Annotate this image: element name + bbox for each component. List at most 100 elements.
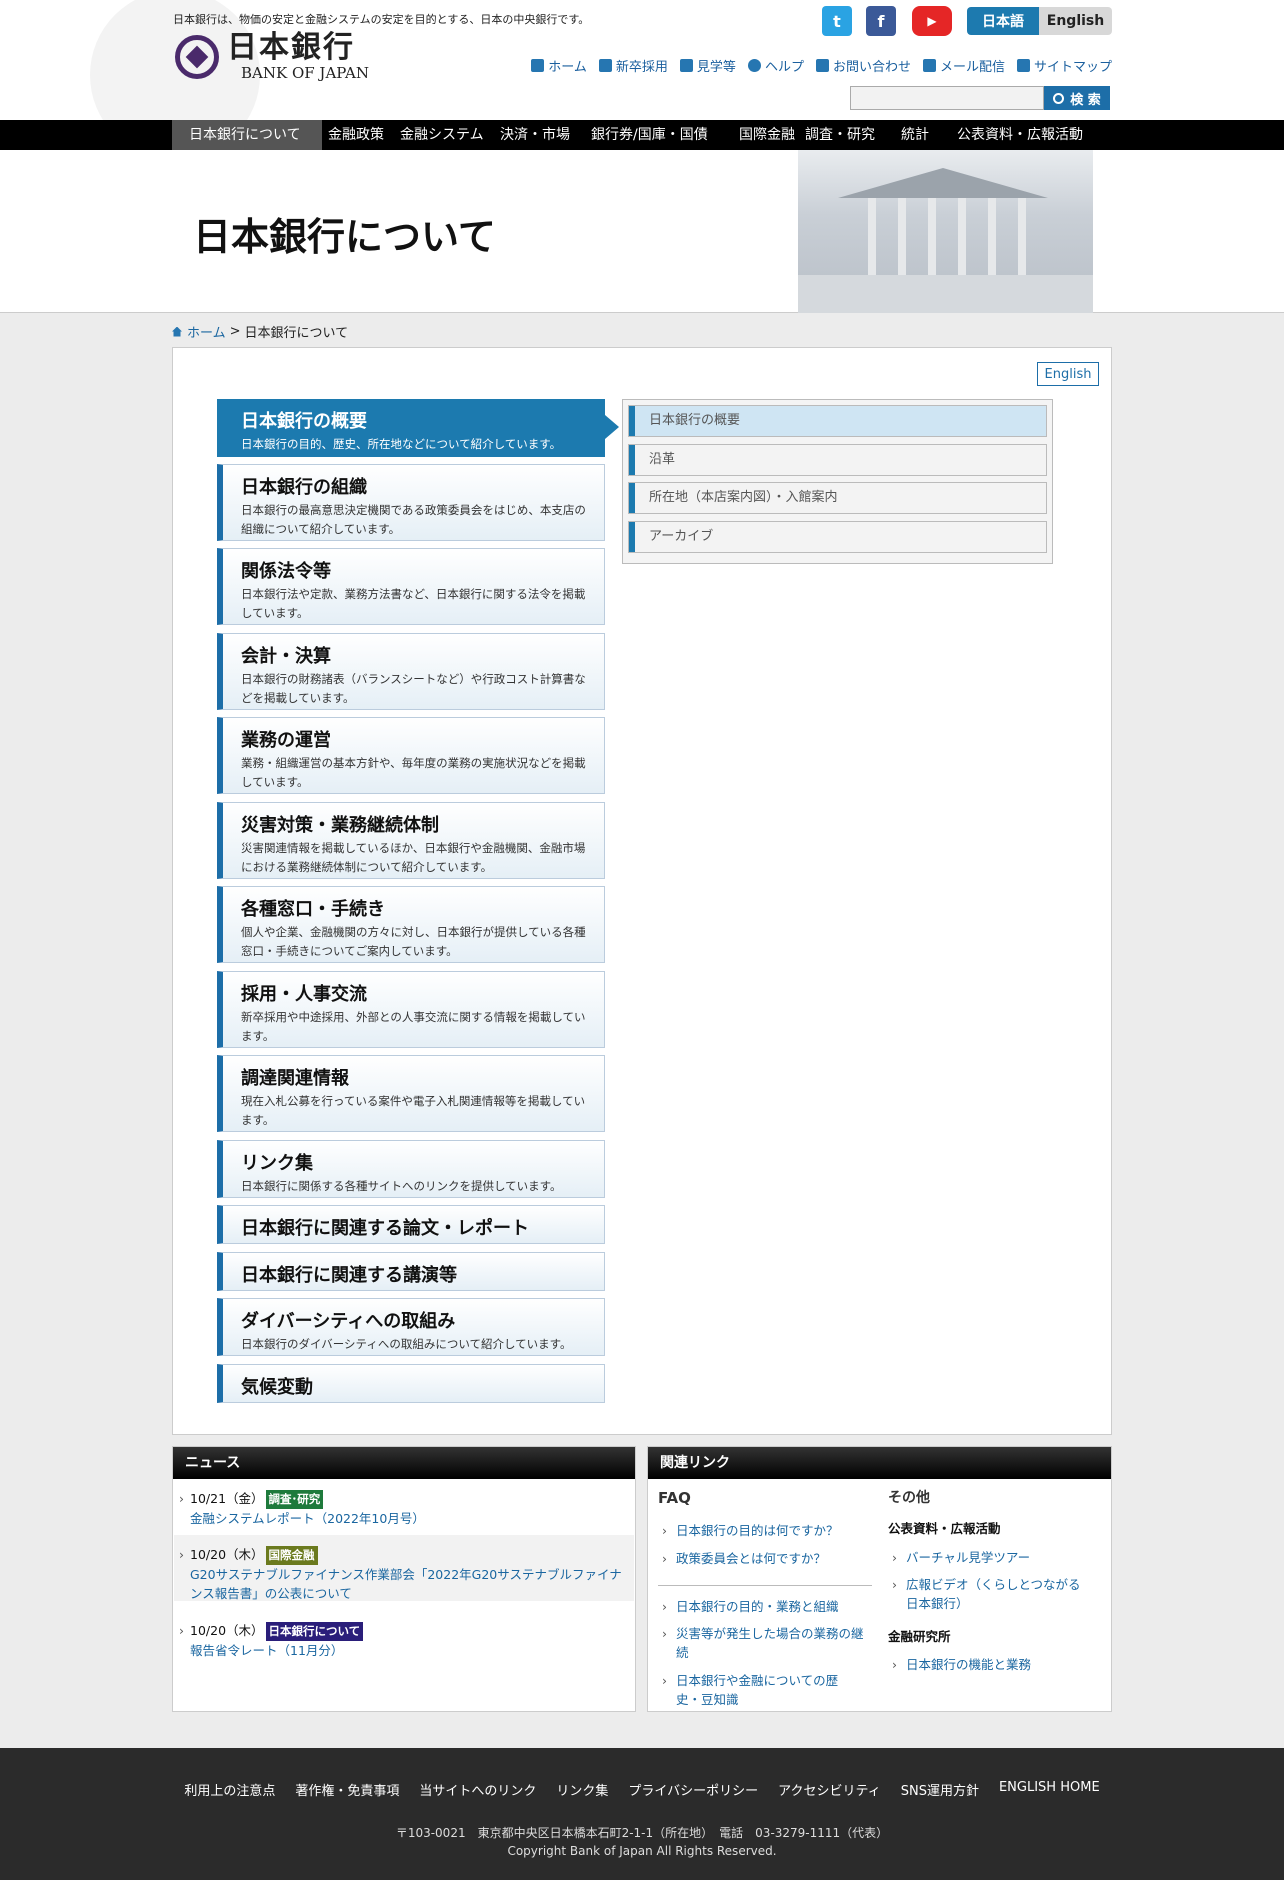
logo-jp: 日本銀行 [227, 30, 355, 65]
faq-link[interactable]: 日本銀行や金融についての歴史・豆知識 [658, 1671, 858, 1709]
faq-link[interactable]: 日本銀行の目的・業務と組織 [658, 1597, 839, 1616]
menu-item-papers[interactable]: 日本銀行に関連する論文・レポート [217, 1205, 605, 1244]
news-item: › 10/20（木） 日本銀行について 報告省令レート（11月分） [179, 1621, 633, 1671]
help-icon [747, 59, 761, 72]
chevron-right-icon: › [179, 1547, 184, 1562]
sitemap-icon [1016, 59, 1030, 72]
news-link[interactable]: 金融システムレポート（2022年10月号） [183, 1509, 633, 1528]
gnav-financial-system[interactable]: 金融システム [394, 120, 494, 150]
facebook-icon[interactable]: f [866, 6, 896, 36]
imes-heading: 金融研究所 [888, 1629, 951, 1644]
footer-link[interactable]: SNS運用方針 [901, 1780, 979, 1799]
menu-item-speeches[interactable]: 日本銀行に関連する講演等 [217, 1252, 605, 1291]
submenu-location[interactable]: 所在地（本店案内図）・入館案内 [628, 482, 1047, 514]
faq-link[interactable]: 日本銀行の目的は何ですか？ [658, 1521, 839, 1540]
building-image [798, 150, 1093, 313]
footer-link[interactable]: 利用上の注意点 [184, 1780, 275, 1799]
youtube-icon[interactable]: ▶ [912, 6, 952, 36]
gnav-monetary-policy[interactable]: 金融政策 [322, 120, 394, 150]
lang-english-button[interactable]: English [1039, 7, 1112, 35]
news-tag: 日本銀行について [265, 1622, 364, 1641]
menu-item-operations[interactable]: 業務の運営 業務・組織運営の基本方針や、毎年度の業務の実施状況などを掲載しています… [217, 717, 605, 794]
menu-item-disaster[interactable]: 災害対策・業務継続体制 災害関連情報を掲載しているほか、日本銀行や金融機関、金融市… [217, 802, 605, 879]
footer-link[interactable]: 著作権・免責事項 [295, 1780, 399, 1799]
gnav-about[interactable]: 日本銀行について [172, 120, 322, 150]
util-contact-link[interactable]: お問い合わせ [815, 56, 911, 75]
menu-item-accounts[interactable]: 会計・決算 日本銀行の財務諸表（バランスシートなど）や行政コスト計算書などを掲載し… [217, 633, 605, 710]
news-title: ニュース [173, 1447, 635, 1479]
home-icon [531, 59, 545, 72]
location-link[interactable]: 所在地 [665, 1826, 701, 1840]
submenu-overview[interactable]: 日本銀行の概要 [628, 405, 1047, 437]
logo[interactable]: 日本銀行 BANK OF JAPAN [175, 33, 369, 81]
util-help-link[interactable]: ヘルプ [747, 56, 804, 75]
breadcrumb-current: 日本銀行について [244, 326, 349, 341]
util-visit-link[interactable]: 見学等 [679, 56, 736, 75]
mail-icon [815, 59, 829, 72]
submenu-history[interactable]: 沿革 [628, 444, 1047, 476]
menu-item-laws[interactable]: 関係法令等 日本銀行法や定款、業務方法書など、日本銀行に関する法令を掲載しています… [217, 548, 605, 625]
util-recruit-link[interactable]: 新卒採用 [598, 56, 668, 75]
tagline: 日本銀行は、物価の安定と金融システムの安定を目的とする、日本の中央銀行です。 [173, 13, 590, 26]
footer-link[interactable]: リンク集 [556, 1780, 608, 1799]
footer-link[interactable]: プライバシーポリシー [628, 1780, 758, 1799]
pr-heading: 公表資料・広報活動 [888, 1521, 1001, 1536]
chevron-right-icon: › [179, 1491, 184, 1506]
logo-en: BANK OF JAPAN [241, 64, 369, 82]
gnav-payment-markets[interactable]: 決済・市場 [494, 120, 591, 150]
faq-link[interactable]: 災害等が発生した場合の業務の継続 [658, 1624, 868, 1662]
pr-link[interactable]: バーチャル見学ツアー [888, 1548, 1030, 1567]
menu-item-organization[interactable]: 日本銀行の組織 日本銀行の最高意思決定機関である政策委員会をはじめ、本支店の組織に… [217, 464, 605, 541]
footer-address: 〒103-0021 東京都中央区日本橋本石町2-1-1（所在地） 電話 03-3… [0, 1824, 1284, 1860]
related-title: 関連リンク [648, 1447, 1111, 1479]
submenu-archive[interactable]: アーカイブ [628, 521, 1047, 553]
menu-item-procurement[interactable]: 調達関連情報 現在入札公募を行っている案件や電子入札関連情報等を掲載しています。 [217, 1055, 605, 1132]
menu-item-overview[interactable]: 日本銀行の概要 日本銀行の目的、歴史、所在地などについて紹介しています。 [217, 399, 605, 457]
util-home-link[interactable]: ホーム [531, 56, 587, 75]
search-input[interactable] [850, 86, 1044, 110]
home-icon [172, 326, 182, 337]
gnav-research[interactable]: 調査・研究 [805, 120, 897, 150]
breadcrumb-home-link[interactable]: ホーム [187, 322, 226, 341]
page-title: 日本銀行について [193, 215, 496, 259]
menu-item-climate[interactable]: 気候変動 [217, 1364, 605, 1403]
imes-link[interactable]: 日本銀行の機能と業務 [888, 1655, 1031, 1674]
footer-link[interactable]: 当サイトへのリンク [419, 1780, 536, 1799]
gnav-banknotes[interactable]: 銀行券/国庫・国債 [591, 120, 733, 150]
news-link[interactable]: 報告省令レート（11月分） [183, 1641, 633, 1660]
pr-link[interactable]: 広報ビデオ（くらしとつながる日本銀行） [888, 1575, 1088, 1613]
english-page-button[interactable]: English [1037, 362, 1099, 386]
lang-japanese-button[interactable]: 日本語 [967, 7, 1039, 35]
util-mail-delivery-link[interactable]: メール配信 [922, 56, 1005, 75]
other-section: その他 公表資料・広報活動 バーチャル見学ツアー 広報ビデオ（くらしとつながる日… [888, 1489, 1103, 1709]
related-links-panel: 関連リンク FAQ 日本銀行の目的は何ですか？ 政策委員会とは何ですか？ 日本銀… [647, 1446, 1112, 1712]
menu-item-services[interactable]: 各種窓口・手続き 個人や企業、金融機関の方々に対し、日本銀行が提供している各種窓口… [217, 886, 605, 963]
gnav-international[interactable]: 国際金融 [733, 120, 805, 150]
header: 日本銀行は、物価の安定と金融システムの安定を目的とする、日本の中央銀行です。 日… [0, 0, 1284, 160]
box-icon [922, 59, 936, 72]
gnav-releases[interactable]: 公表資料・広報活動 [957, 120, 1097, 150]
faq-link[interactable]: 政策委員会とは何ですか？ [658, 1549, 826, 1568]
menu-item-recruit[interactable]: 採用・人事交流 新卒採用や中途採用、外部との人事交流に関する情報を掲載しています。 [217, 971, 605, 1048]
news-panel: ニュース › 10/21（金） 調査･研究 金融システムレポート（2022年10月… [172, 1446, 636, 1712]
person-icon [598, 59, 612, 72]
menu-item-links[interactable]: リンク集 日本銀行に関係する各種サイトへのリンクを提供しています。 [217, 1140, 605, 1198]
twitter-icon[interactable]: t [822, 6, 852, 36]
footer-link[interactable]: アクセシビリティ [778, 1780, 881, 1799]
copyright: Copyright Bank of Japan All Rights Reser… [507, 1844, 777, 1858]
news-link[interactable]: G20サステナブルファイナンス作業部会「2022年G20サステナブルファイナンス… [183, 1565, 623, 1603]
util-sitemap-link[interactable]: サイトマップ [1016, 56, 1112, 75]
breadcrumb: ホーム > 日本銀行について [172, 322, 348, 341]
faq-heading: FAQ [658, 1489, 691, 1507]
gnav-statistics[interactable]: 統計 [897, 120, 957, 150]
language-switch: 日本語 English [967, 7, 1112, 35]
menu-arrow-icon [605, 415, 619, 439]
footer-link[interactable]: ENGLISH HOME [999, 1780, 1100, 1799]
search-button[interactable]: 検 索 [1044, 86, 1110, 110]
news-tag: 調査･研究 [265, 1490, 324, 1509]
search-icon [1053, 92, 1065, 104]
building-icon [679, 59, 693, 72]
logo-mark-icon [175, 35, 219, 79]
chevron-right-icon: › [179, 1623, 184, 1638]
menu-item-diversity[interactable]: ダイバーシティへの取組み 日本銀行のダイバーシティへの取組みについて紹介しています… [217, 1298, 605, 1356]
